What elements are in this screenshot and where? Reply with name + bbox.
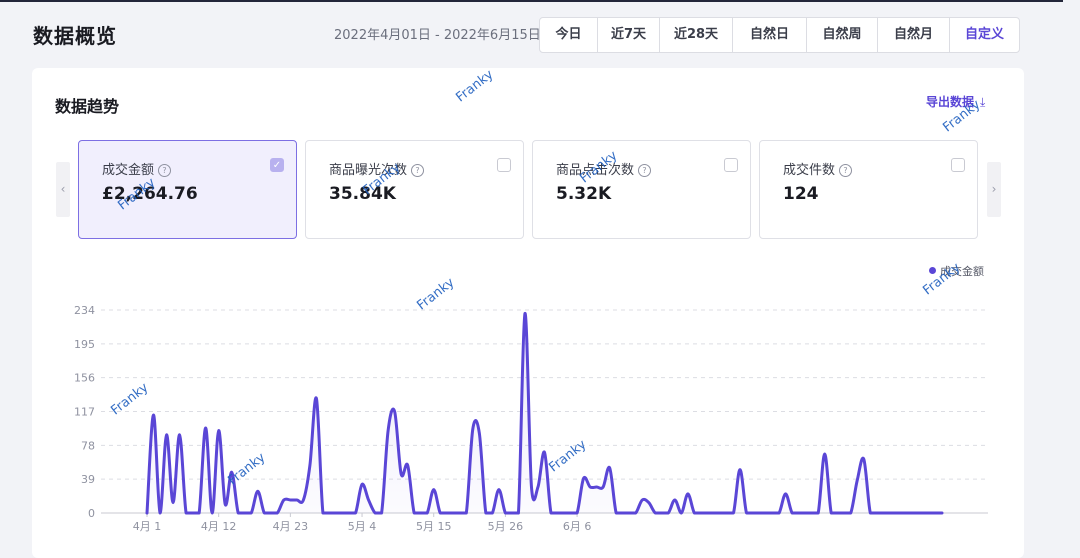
y-tick-label: 156 — [74, 372, 95, 385]
y-tick-label: 195 — [74, 338, 95, 351]
x-tick-label: 5月 26 — [488, 520, 524, 533]
x-tick-label: 5月 15 — [416, 520, 452, 533]
x-tick-label: 4月 1 — [133, 520, 162, 533]
y-tick-label: 0 — [88, 507, 95, 520]
series-area — [147, 313, 942, 513]
y-tick-label: 117 — [74, 406, 95, 419]
x-tick-label: 4月 23 — [273, 520, 309, 533]
y-tick-label: 234 — [74, 304, 95, 317]
y-tick-label: 78 — [81, 439, 95, 452]
x-tick-label: 4月 12 — [201, 520, 237, 533]
y-tick-label: 39 — [81, 473, 95, 486]
trend-chart: 0 39 78 117 156 195 234 4月 1 4月 12 4月 23 5月 4 5月 15… — [74, 304, 988, 533]
x-tick-label: 5月 4 — [348, 520, 377, 533]
x-tick-label: 6月 6 — [563, 520, 592, 533]
